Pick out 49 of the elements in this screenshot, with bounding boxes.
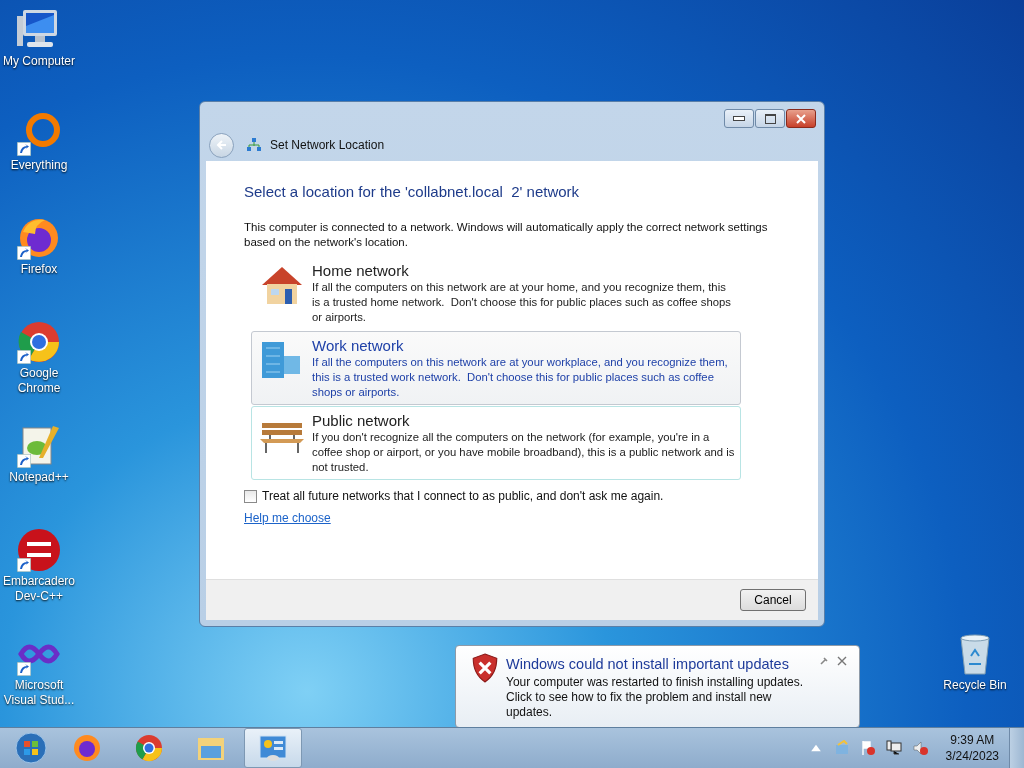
option-title: Work network: [312, 336, 405, 355]
option-description: If all the computers on this network are at your home, and you recognize them, this is a trusted home network. Don't choose this for public places such as coffee shops or airports.: [312, 280, 732, 325]
close-icon: [796, 113, 806, 124]
windows-logo-icon: [15, 732, 47, 764]
taskbar-button[interactable]: [244, 728, 302, 768]
icon-label: My Computer: [2, 54, 76, 69]
show-desktop-button[interactable]: [1009, 728, 1024, 768]
error-shield-icon: [472, 653, 498, 683]
icon-label: Everything: [9, 158, 69, 173]
icon-label: Google Chrome: [16, 366, 62, 396]
notification-balloon[interactable]: Windows could not install important updates Your computer was restarted to finish installing updates. Click to see how to fix the problem and install new updates.: [455, 645, 860, 728]
checkbox-label: Treat all future networks that I connect to as public, and don't ask me again.: [262, 489, 664, 503]
minimize-button[interactable]: [724, 109, 754, 128]
icon-label: Firefox: [19, 262, 59, 277]
icon-label: Notepad++: [8, 470, 70, 485]
network-option[interactable]: Work network If all the computers on this network are at your workplace, and you recognize them, this is a trusted work network. Don't choose this for public places such as coffee shops or airports.: [251, 331, 741, 405]
back-button[interactable]: [209, 132, 234, 158]
option-title: Home network: [312, 261, 410, 280]
maximize-button[interactable]: [755, 109, 785, 128]
option-description: If all the computers on this network are at your workplace, and you recognize them, this is a trusted work network. Don't choose this for public places such as coffee shops or airports.: [312, 355, 729, 400]
icon-label: Embarcadero Dev-C++: [1, 574, 76, 604]
icon-label: Microsoft Visual Stud...: [2, 678, 76, 708]
clock[interactable]: 9:39 AM 3/24/2023: [945, 732, 999, 764]
notification-title: Windows could not install important updates: [506, 655, 790, 674]
icon-label: Recycle Bin: [942, 678, 1008, 693]
chrome-icon: [133, 732, 165, 764]
help-link[interactable]: Help me choose: [244, 511, 331, 525]
notification-message: Your computer was restarted to finish installing updates. Click to see how to fix the problem and install new updates.: [506, 675, 805, 720]
flag-icon[interactable]: [859, 740, 876, 756]
network-icon[interactable]: [885, 740, 902, 756]
intro-text: This computer is connected to a network. Windows will automatically apply the correct network settings based on the network's location.: [244, 220, 769, 250]
option-description: If you don't recognize all the computers on the network (for example, you're in a coffee shop or airport, or you have mobile broadband), this is a public network and is not trusted.: [312, 430, 736, 475]
muted-speaker-icon[interactable]: [911, 740, 928, 756]
close-icon[interactable]: [837, 656, 847, 666]
network-option[interactable]: Public network If you don't recognize all the computers on the network (for example, you're in a coffee shop or airport, or you have mobile broadband), this is a public network and is not trusted.: [251, 406, 741, 480]
network-option[interactable]: Home network If all the computers on this network are at your home, and you recognize them, this is a trusted home network. Don't choose this for public places such as coffee shops or airports.: [251, 256, 741, 330]
maximize-icon: [764, 113, 776, 124]
minimize-icon: [733, 116, 745, 121]
wrench-icon[interactable]: [819, 656, 829, 666]
checkbox[interactable]: [244, 489, 257, 503]
dialog-heading: Select a location for the 'collabnet.local 2' network: [244, 183, 581, 200]
cancel-button[interactable]: Cancel: [740, 589, 806, 611]
firefox-icon: [71, 732, 103, 764]
close-button[interactable]: [786, 109, 816, 128]
control-panel-icon: [257, 732, 289, 764]
back-arrow-icon: [215, 139, 228, 151]
window-title: Set Network Location: [270, 138, 385, 152]
option-title: Public network: [312, 411, 411, 430]
network-icon: [246, 137, 262, 153]
